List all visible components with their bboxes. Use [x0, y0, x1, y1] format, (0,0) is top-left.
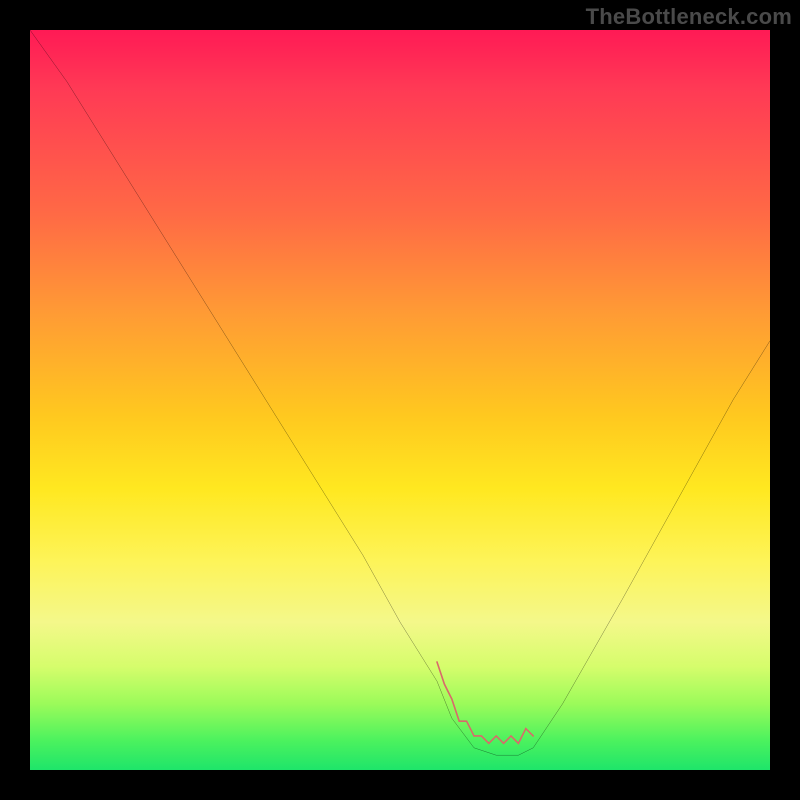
bottleneck-curve — [30, 30, 770, 755]
plot-area — [30, 30, 770, 770]
watermark-text: TheBottleneck.com — [586, 4, 792, 30]
min-marker-stroke — [437, 662, 533, 743]
chart-frame: TheBottleneck.com — [0, 0, 800, 800]
curve-layer — [30, 30, 770, 770]
